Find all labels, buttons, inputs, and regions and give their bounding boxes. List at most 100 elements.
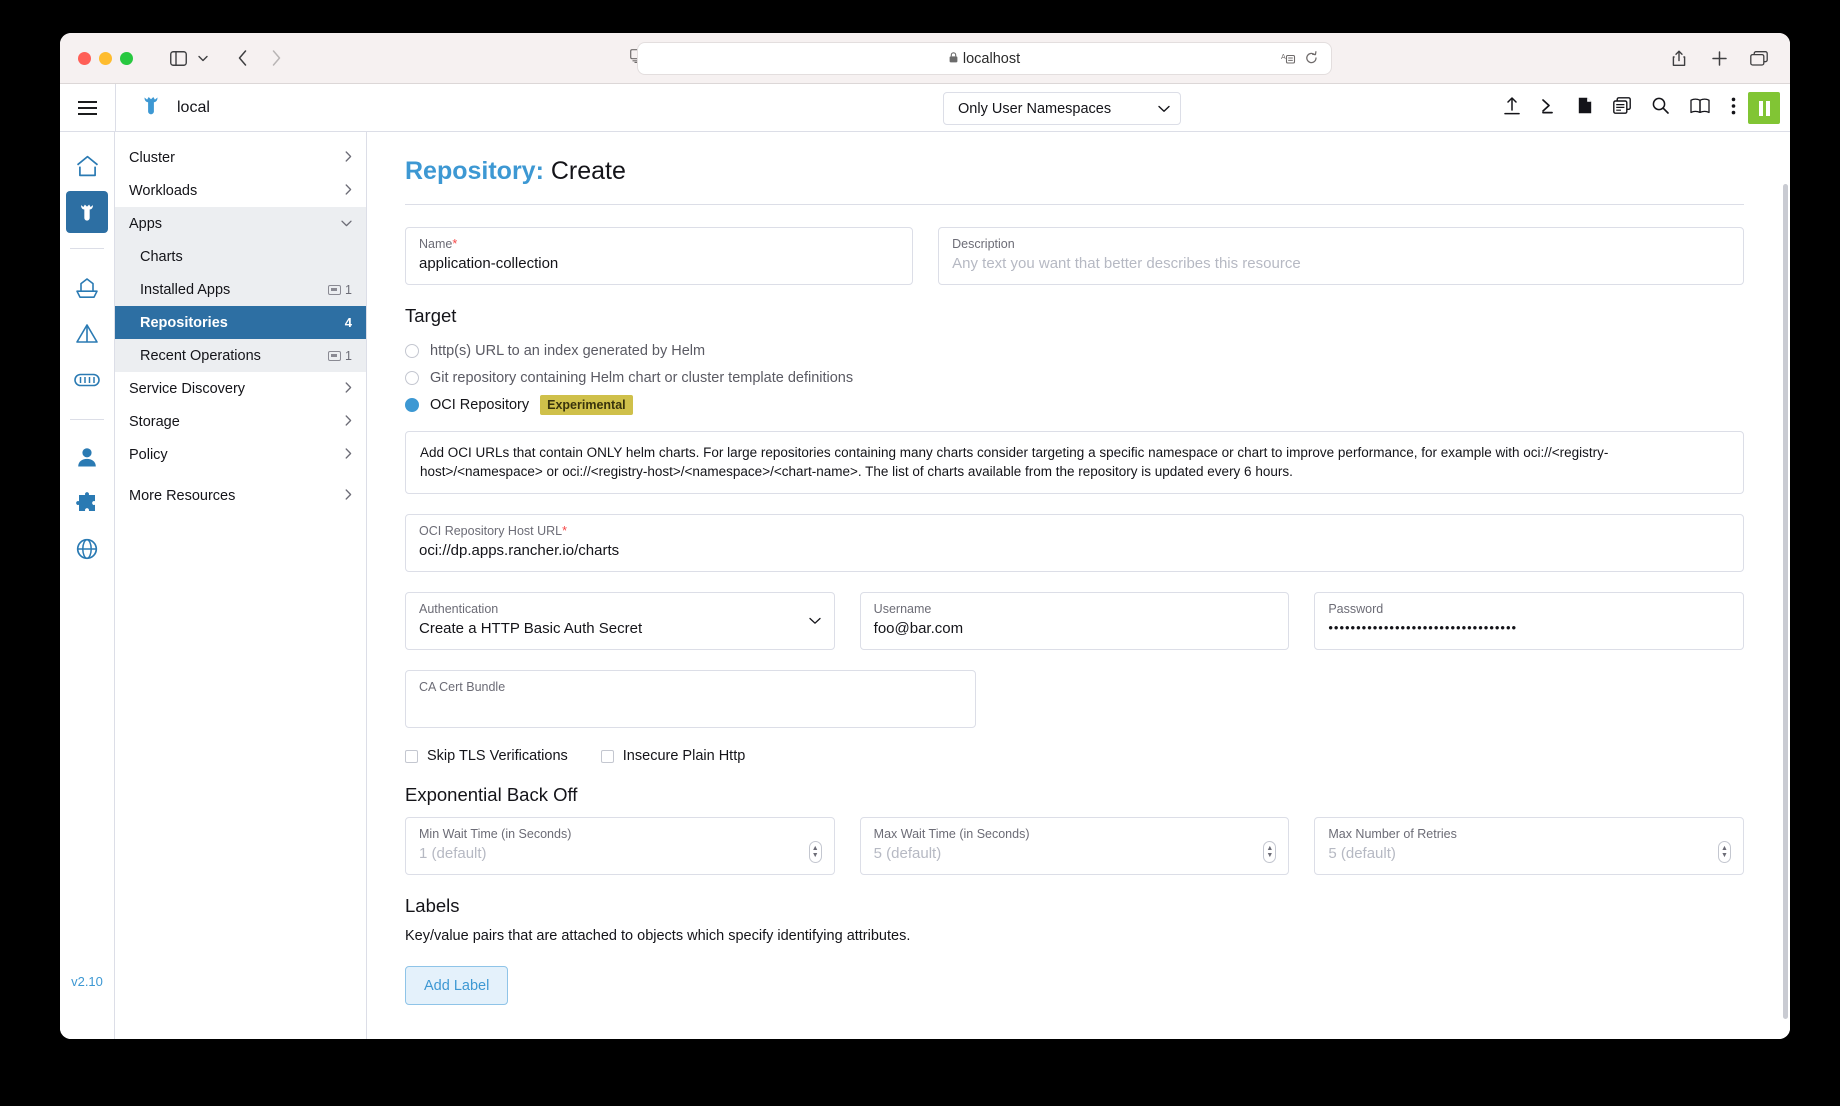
min-wait-time-field[interactable]: Min Wait Time (in Seconds) 1 (default) ▲… — [405, 817, 835, 875]
chevron-right-icon — [345, 489, 352, 503]
sidebar-item-count: 1 — [345, 283, 352, 297]
target-option-git[interactable]: Git repository containing Helm chart or … — [405, 365, 1744, 390]
sidebar-item-label: Apps — [129, 216, 341, 232]
insecure-plain-http-checkbox[interactable]: Insecure Plain Http — [601, 748, 746, 764]
max-retries-field[interactable]: Max Number of Retries 5 (default) ▲▼ — [1314, 817, 1744, 875]
continuous-delivery-icon[interactable] — [66, 313, 108, 355]
sidebar-item-charts[interactable]: Charts — [115, 240, 366, 273]
user-icon[interactable] — [66, 436, 108, 478]
translate-icon[interactable]: A — [1281, 51, 1296, 68]
password-field[interactable]: Password •••••••••••••••••••••••••••••••… — [1314, 592, 1744, 650]
file-icon[interactable] — [1578, 97, 1592, 119]
authentication-select[interactable]: Authentication Create a HTTP Basic Auth … — [405, 592, 835, 650]
avatar[interactable] — [1748, 92, 1780, 124]
hamburger-menu-icon[interactable] — [60, 84, 115, 132]
description-field[interactable]: Description Any text you want that bette… — [938, 227, 1744, 285]
sidebar-item-badge: 1 — [328, 349, 352, 363]
name-field-label: Name* — [419, 237, 899, 251]
username-field[interactable]: Username foo@bar.com — [860, 592, 1290, 650]
max-wait-time-field[interactable]: Max Wait Time (in Seconds) 5 (default) ▲… — [860, 817, 1290, 875]
insecure-plain-http-label: Insecure Plain Http — [623, 748, 746, 764]
new-tab-icon[interactable] — [1704, 44, 1734, 74]
oci-host-url-label: OCI Repository Host URL* — [419, 524, 1730, 538]
more-vertical-icon[interactable] — [1731, 97, 1736, 120]
show-all-tabs-icon[interactable] — [1744, 44, 1774, 74]
home-icon[interactable] — [66, 145, 108, 187]
import-yaml-icon[interactable] — [1504, 97, 1520, 120]
reload-icon[interactable] — [1305, 51, 1318, 69]
add-label-button[interactable]: Add Label — [405, 966, 508, 1005]
address-bar[interactable]: localhost A — [637, 42, 1332, 75]
browser-window: localhost A — [60, 33, 1790, 1039]
fleet-icon[interactable] — [66, 267, 108, 309]
max-wait-time-stepper[interactable]: ▲▼ — [1263, 841, 1276, 863]
sidebar-item-label: Cluster — [129, 150, 345, 166]
share-icon[interactable] — [1664, 44, 1694, 74]
search-icon[interactable] — [1652, 97, 1669, 119]
resource-icon — [328, 351, 341, 361]
sidebar-item-apps[interactable]: Apps — [115, 207, 366, 240]
target-option-oci[interactable]: OCI Repository Experimental — [405, 392, 1744, 417]
maximize-window-button[interactable] — [120, 52, 133, 65]
cluster-dashboard-icon[interactable] — [1613, 97, 1631, 119]
cluster-icon[interactable] — [66, 191, 108, 233]
close-window-button[interactable] — [78, 52, 91, 65]
extensions-icon[interactable] — [66, 359, 108, 401]
puzzle-icon[interactable] — [66, 482, 108, 524]
sidebar-item-label: Repositories — [140, 315, 345, 331]
sidebar-item-count: 4 — [345, 315, 352, 330]
chevron-right-icon — [345, 382, 352, 396]
sidebar-item-workloads[interactable]: Workloads — [115, 174, 366, 207]
sidebar-item-policy[interactable]: Policy — [115, 438, 366, 471]
tls-options-row: Skip TLS Verifications Insecure Plain Ht… — [405, 748, 1744, 764]
sidebar-item-service-discovery[interactable]: Service Discovery — [115, 372, 366, 405]
main-scrollbar[interactable] — [1783, 184, 1788, 1019]
url-text: localhost — [963, 51, 1020, 67]
kubectl-shell-icon[interactable] — [1541, 98, 1557, 119]
skip-tls-verification-checkbox[interactable]: Skip TLS Verifications — [405, 748, 568, 764]
ca-cert-row: CA Cert Bundle — [405, 670, 1744, 728]
oci-info-banner: Add OCI URLs that contain ONLY helm char… — [405, 431, 1744, 494]
sidebar-options-chevron-icon[interactable] — [193, 43, 213, 73]
sidebar-item-label: Storage — [129, 414, 345, 430]
globe-icon[interactable] — [66, 528, 108, 570]
target-option-https[interactable]: http(s) URL to an index generated by Hel… — [405, 338, 1744, 363]
min-wait-time-label: Min Wait Time (in Seconds) — [419, 827, 821, 841]
max-retries-stepper[interactable]: ▲▼ — [1718, 841, 1731, 863]
sidebar-toggle-icon[interactable] — [163, 43, 193, 73]
back-arrow-icon[interactable] — [227, 43, 257, 73]
sidebar-item-storage[interactable]: Storage — [115, 405, 366, 438]
sidebar-item-repositories[interactable]: Repositories 4 — [115, 306, 366, 339]
name-field[interactable]: Name* application-collection — [405, 227, 913, 285]
sidebar-item-installed-apps[interactable]: Installed Apps 1 — [115, 273, 366, 306]
sidebar-item-count: 1 — [345, 349, 352, 363]
sidebar-item-badge: 1 — [328, 283, 352, 297]
experimental-badge: Experimental — [540, 395, 633, 415]
icon-rail: v2.10 — [60, 132, 115, 1039]
namespace-filter-select[interactable]: Only User Namespaces — [943, 92, 1181, 125]
sidebar-item-cluster[interactable]: Cluster — [115, 141, 366, 174]
labels-heading: Labels — [405, 895, 1744, 917]
ca-cert-bundle-field[interactable]: CA Cert Bundle — [405, 670, 976, 728]
radio-button-selected — [405, 398, 419, 412]
required-marker: * — [452, 237, 457, 251]
sidebar-item-more-resources[interactable]: More Resources — [115, 479, 366, 512]
radio-button — [405, 371, 419, 385]
sidebar-item-recent-operations[interactable]: Recent Operations 1 — [115, 339, 366, 372]
current-cluster-badge[interactable]: local — [116, 92, 210, 123]
min-wait-time-stepper[interactable]: ▲▼ — [809, 841, 822, 863]
docs-book-icon[interactable] — [1690, 98, 1710, 119]
backoff-row: Min Wait Time (in Seconds) 1 (default) ▲… — [405, 817, 1744, 875]
skip-tls-verification-label: Skip TLS Verifications — [427, 748, 568, 764]
forward-arrow-icon[interactable] — [261, 43, 291, 73]
backoff-heading: Exponential Back Off — [405, 784, 1744, 806]
authentication-row: Authentication Create a HTTP Basic Auth … — [405, 592, 1744, 650]
authentication-label: Authentication — [419, 602, 821, 616]
name-input-value: application-collection — [419, 255, 899, 272]
minimize-window-button[interactable] — [99, 52, 112, 65]
page-title: Repository: Create — [405, 157, 1744, 204]
browser-toolbar-right — [1664, 33, 1774, 84]
oci-host-url-field[interactable]: OCI Repository Host URL* oci://dp.apps.r… — [405, 514, 1744, 572]
host-url-row: OCI Repository Host URL* oci://dp.apps.r… — [405, 514, 1744, 572]
chevron-down-icon — [1158, 101, 1170, 117]
